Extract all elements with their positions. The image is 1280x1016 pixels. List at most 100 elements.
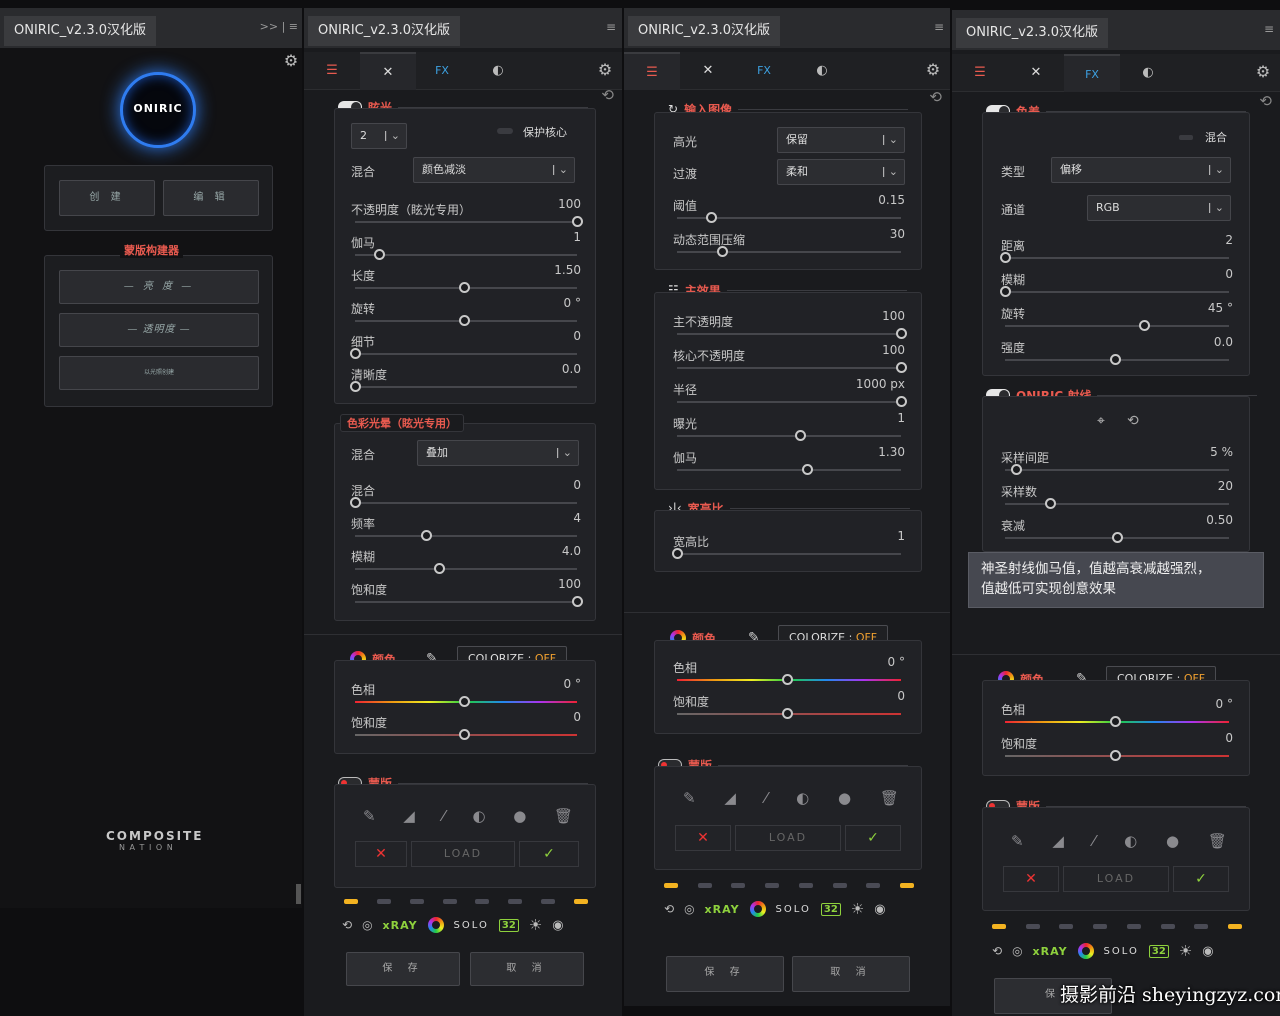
solo-count-badge[interactable]: 32 xyxy=(498,918,519,932)
edit-button[interactable]: 编 辑 xyxy=(163,180,259,216)
tab-color-icon[interactable]: ◐ xyxy=(794,52,850,90)
solo-label[interactable]: SOLO xyxy=(776,904,811,915)
crosshair-icon[interactable]: ⌖ xyxy=(1097,413,1105,429)
solo-count-badge[interactable]: 32 xyxy=(1148,944,1169,958)
drop-icon[interactable]: ● xyxy=(838,789,851,807)
reset-icon[interactable]: ⟲ xyxy=(601,86,614,104)
solo-label[interactable]: SOLO xyxy=(454,920,489,931)
param-slider[interactable]: 动态范围压缩 30 xyxy=(673,227,905,259)
slider-track[interactable] xyxy=(1005,291,1229,293)
eye-icon[interactable]: ◉ xyxy=(1202,944,1213,959)
panel-tab-title[interactable]: ONIRIC_v2.3.0汉化版 xyxy=(308,16,461,46)
clear-icon[interactable]: ✕ xyxy=(675,825,731,851)
clear-icon[interactable]: ✕ xyxy=(355,841,407,867)
param-slider[interactable]: 宽高比 1 xyxy=(672,529,905,561)
slider-knob[interactable] xyxy=(896,328,907,339)
scrollbar[interactable] xyxy=(296,884,301,904)
cancel-button[interactable]: 取 消 xyxy=(792,956,910,992)
contrast-icon[interactable]: ◐ xyxy=(796,789,809,807)
tab-color-icon[interactable]: ◐ xyxy=(470,52,526,90)
apply-icon[interactable]: ✓ xyxy=(519,841,579,867)
param-slider[interactable]: 距离 2 xyxy=(1000,233,1233,265)
xray-icon[interactable]: ◎ xyxy=(362,918,372,932)
eraser-icon[interactable]: ◢ xyxy=(403,807,415,825)
slider-track[interactable] xyxy=(1005,503,1229,505)
eye-icon[interactable]: ◉ xyxy=(874,902,885,917)
slider-knob[interactable] xyxy=(1000,286,1011,297)
param-slider[interactable]: 长度 1.50 xyxy=(351,263,581,295)
reset-icon[interactable]: ⟲ xyxy=(929,88,942,106)
param-slider[interactable]: 采样间距 5 % xyxy=(1001,445,1233,477)
xray-label[interactable]: xRAY xyxy=(1033,945,1068,958)
slider-track[interactable] xyxy=(677,251,901,253)
trash-icon[interactable]: 🗑 xyxy=(1208,832,1227,850)
save-button[interactable]: 保 存 xyxy=(346,952,460,986)
highlight-mask-button[interactable]: — 亮 度 — xyxy=(59,270,259,304)
blend-dropdown[interactable]: 颜色减淡 ǀ ⌄ xyxy=(413,157,575,183)
menu-icon[interactable]: ≡ xyxy=(606,20,616,34)
saturation-slider[interactable]: 饱和度 0 xyxy=(351,710,581,742)
slider-knob[interactable] xyxy=(781,674,793,685)
hue-slider[interactable]: 色相 0 ° xyxy=(673,655,905,687)
contrast-icon[interactable]: ◐ xyxy=(473,807,486,825)
slider-knob[interactable] xyxy=(1112,532,1123,543)
slider-knob[interactable] xyxy=(705,212,717,223)
eraser-icon[interactable]: ◢ xyxy=(1052,832,1064,850)
slider-track[interactable] xyxy=(677,553,901,555)
drop-icon[interactable]: ● xyxy=(1166,832,1179,850)
tab-adjust-icon[interactable]: ☰ xyxy=(624,52,680,90)
param-slider[interactable]: 核心不透明度 100 xyxy=(673,343,907,375)
slider-track[interactable] xyxy=(355,601,577,603)
tab-glow-icon[interactable]: ✕ xyxy=(1008,54,1064,92)
brush-icon[interactable]: ✎ xyxy=(1011,832,1024,850)
reset-icon[interactable]: ⟲ xyxy=(664,902,674,916)
slider-knob[interactable] xyxy=(781,708,793,719)
slider-knob[interactable] xyxy=(672,548,683,559)
color-wheel-icon[interactable] xyxy=(427,917,444,933)
mix-toggle[interactable] xyxy=(1179,135,1193,140)
xray-icon[interactable]: ◎ xyxy=(684,902,694,916)
reset-icon[interactable]: ⟲ xyxy=(992,944,1002,958)
trash-icon[interactable]: 🗑 xyxy=(880,789,899,807)
slider-knob[interactable] xyxy=(374,249,386,260)
saturation-slider[interactable]: 饱和度 0 xyxy=(673,689,905,721)
param-slider[interactable]: 强度 0.0 xyxy=(1001,335,1233,367)
slider-knob[interactable] xyxy=(350,381,361,392)
slider-knob[interactable] xyxy=(1109,750,1121,761)
slider-knob[interactable] xyxy=(1011,464,1023,475)
param-slider[interactable]: 伽马 1 xyxy=(351,230,581,262)
slider-track[interactable] xyxy=(677,367,901,369)
panel-tab-title[interactable]: ONIRIC_v2.3.0汉化版 xyxy=(4,16,157,46)
channel-dropdown[interactable]: RGB ǀ ⌄ xyxy=(1087,195,1231,221)
tab-color-icon[interactable]: ◐ xyxy=(1120,54,1176,92)
slider-knob[interactable] xyxy=(458,729,470,740)
slider-knob[interactable] xyxy=(572,216,583,227)
slider-track[interactable] xyxy=(355,502,577,504)
hue-slider[interactable]: 色相 0 ° xyxy=(351,677,581,709)
trash-icon[interactable]: 🗑 xyxy=(554,807,573,825)
param-slider[interactable]: 衰减 0.50 xyxy=(1001,513,1233,545)
param-slider[interactable]: 混合 0 xyxy=(350,478,581,510)
slider-track[interactable] xyxy=(355,254,577,256)
slider-knob[interactable] xyxy=(896,362,907,373)
slider-track[interactable] xyxy=(355,353,577,355)
preset-dropdown[interactable]: 2 ǀ ⌄ xyxy=(351,123,407,149)
save-button[interactable]: 保 存 xyxy=(666,956,784,992)
create-button[interactable]: 创 建 xyxy=(59,180,155,216)
panel-tab-title[interactable]: ONIRIC_v2.3.0汉化版 xyxy=(956,18,1109,48)
panel-tab-title[interactable]: ONIRIC_v2.3.0汉化版 xyxy=(628,16,781,46)
type-dropdown[interactable]: 偏移 ǀ ⌄ xyxy=(1051,157,1231,183)
halo-blend-dropdown[interactable]: 叠加 ǀ ⌄ xyxy=(417,440,579,466)
slider-knob[interactable] xyxy=(350,497,361,508)
slider-track[interactable] xyxy=(677,435,901,437)
param-slider[interactable]: 清晰度 0.0 xyxy=(350,362,581,394)
slider-knob[interactable] xyxy=(1109,354,1121,365)
slider-knob[interactable] xyxy=(434,563,446,574)
slider-track[interactable] xyxy=(355,568,577,570)
picker-icon[interactable]: ⁄ xyxy=(1093,832,1096,850)
menu-icon[interactable]: ≡ xyxy=(934,20,944,34)
tab-adjust-icon[interactable]: ☰ xyxy=(304,52,360,90)
param-slider[interactable]: 旋转 45 ° xyxy=(1001,301,1233,333)
slider-track[interactable] xyxy=(1005,257,1229,259)
slider-track[interactable] xyxy=(355,386,577,388)
